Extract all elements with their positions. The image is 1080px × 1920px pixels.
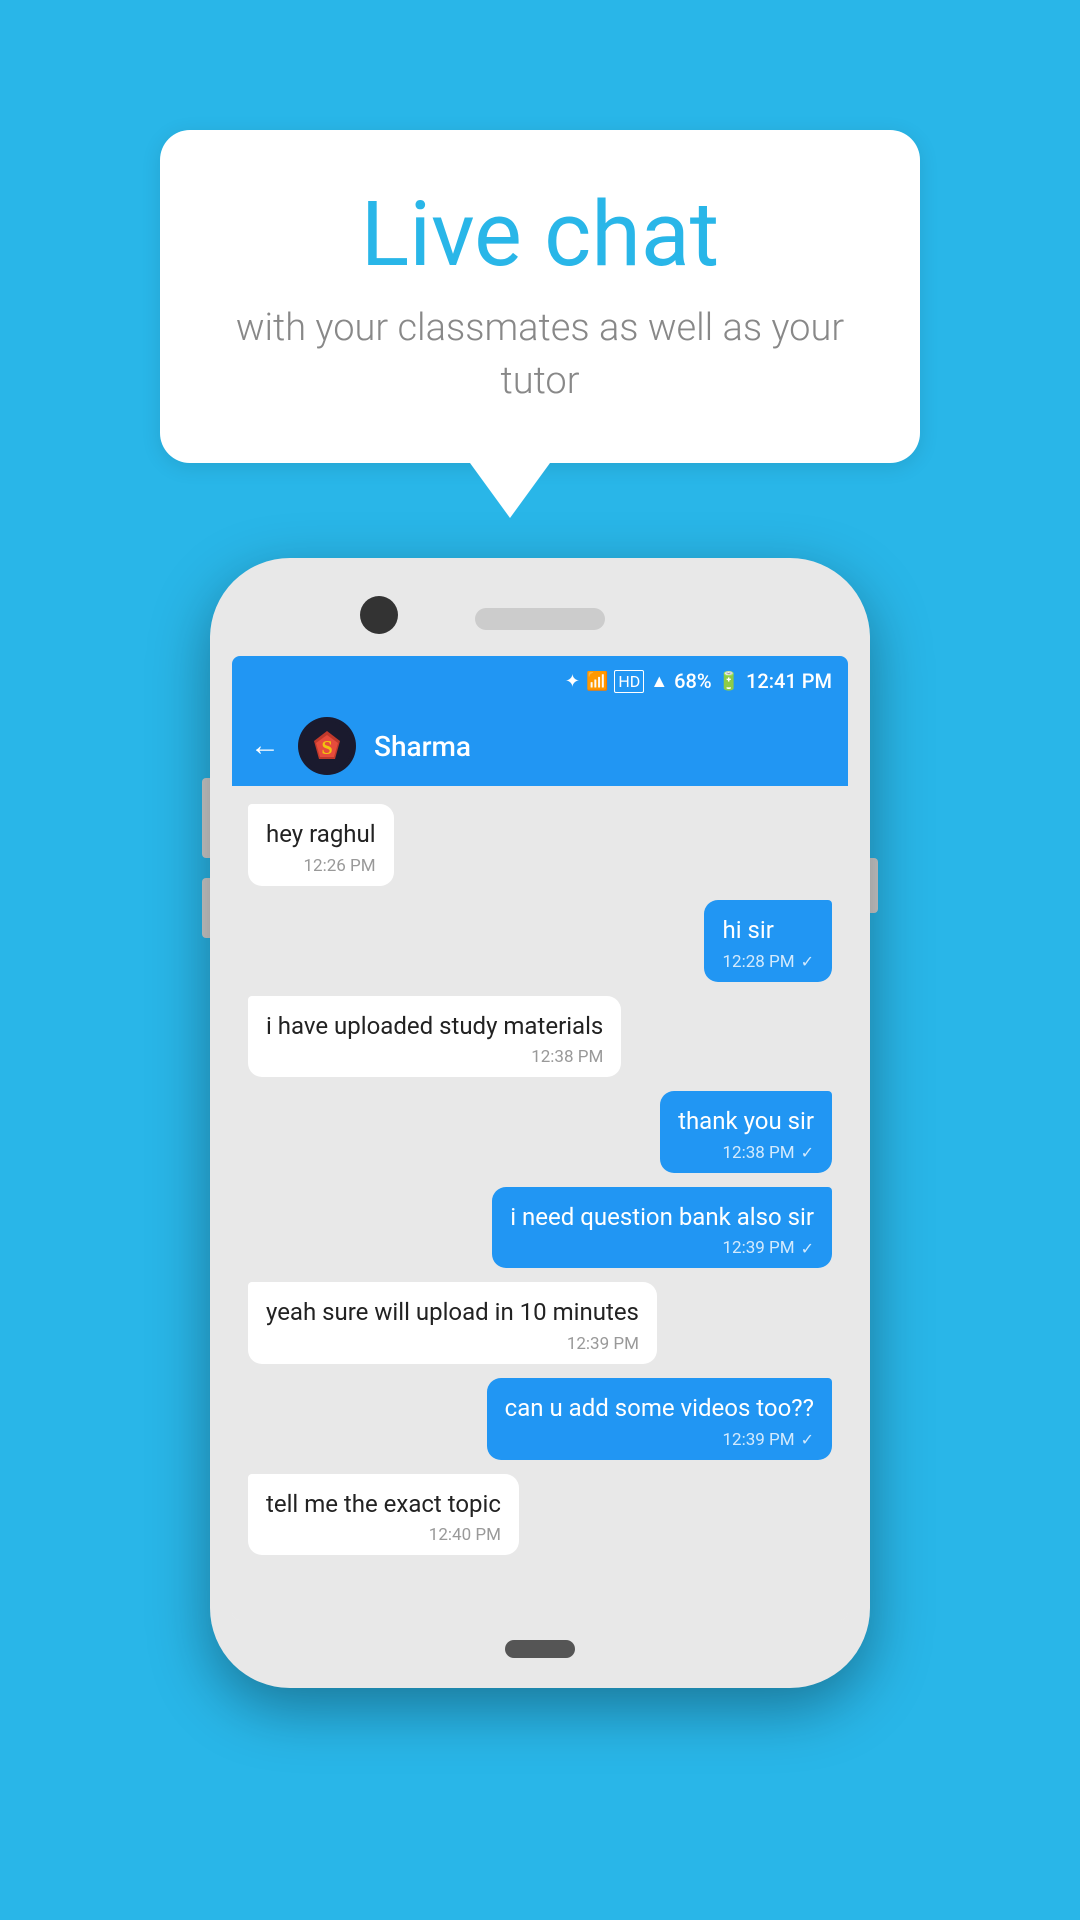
message-time: 12:39 PM <box>722 1430 794 1450</box>
speech-bubble-subtitle: with your classmates as well as your tut… <box>220 302 860 408</box>
speech-bubble-title: Live chat <box>220 185 860 284</box>
message-meta: 12:38 PM <box>266 1047 603 1067</box>
message-text: can u add some videos too?? <box>505 1392 814 1426</box>
chat-header: ← S Sharma <box>232 706 848 786</box>
phone-speaker <box>475 608 605 630</box>
phone-body: ✦ 📶 HD ▲ 68% 🔋 12:41 PM ← <box>210 558 870 1688</box>
message-meta: 12:39 PM ✓ <box>505 1430 814 1450</box>
avatar: S <box>298 717 356 775</box>
home-button[interactable] <box>505 1640 575 1658</box>
status-bar: ✦ 📶 HD ▲ 68% 🔋 12:41 PM <box>232 656 848 706</box>
message-bubble: thank you sir 12:38 PM ✓ <box>660 1091 832 1173</box>
message-bubble: tell me the exact topic 12:40 PM <box>248 1474 519 1556</box>
message-bubble: hey raghul 12:26 PM <box>248 804 394 886</box>
power-button <box>870 858 878 913</box>
message-time: 12:28 PM <box>722 952 794 972</box>
message-time: 12:39 PM <box>722 1238 794 1258</box>
speech-bubble: Live chat with your classmates as well a… <box>160 130 920 463</box>
message-time: 12:38 PM <box>531 1047 603 1067</box>
message-row: tell me the exact topic 12:40 PM <box>248 1474 832 1556</box>
message-row: i have uploaded study materials 12:38 PM <box>248 996 832 1078</box>
message-check-icon: ✓ <box>801 1430 814 1449</box>
message-check-icon: ✓ <box>801 1143 814 1162</box>
message-time: 12:26 PM <box>303 856 375 876</box>
contact-name: Sharma <box>374 730 471 763</box>
volume-up-button <box>202 778 210 858</box>
message-meta: 12:28 PM ✓ <box>722 952 814 972</box>
message-text: i have uploaded study materials <box>266 1010 603 1044</box>
phone-camera <box>360 596 398 634</box>
message-meta: 12:40 PM <box>266 1525 501 1545</box>
phone-mockup: ✦ 📶 HD ▲ 68% 🔋 12:41 PM ← <box>210 558 870 1688</box>
message-check-icon: ✓ <box>801 952 814 971</box>
message-bubble: i have uploaded study materials 12:38 PM <box>248 996 621 1078</box>
message-row: yeah sure will upload in 10 minutes 12:39… <box>248 1282 832 1364</box>
message-meta: 12:38 PM ✓ <box>678 1143 814 1163</box>
message-bubble: can u add some videos too?? 12:39 PM ✓ <box>487 1378 832 1460</box>
message-text: tell me the exact topic <box>266 1488 501 1522</box>
battery-percent: 68% <box>674 669 711 693</box>
svg-text:S: S <box>321 737 332 759</box>
message-text: yeah sure will upload in 10 minutes <box>266 1296 639 1330</box>
message-meta: 12:26 PM <box>266 856 376 876</box>
message-time: 12:38 PM <box>722 1143 794 1163</box>
message-text: thank you sir <box>678 1105 814 1139</box>
wifi-icon: ▲ <box>650 671 668 692</box>
speech-bubble-arrow <box>470 463 550 518</box>
message-bubble: hi sir 12:28 PM ✓ <box>704 900 832 982</box>
message-meta: 12:39 PM <box>266 1334 639 1354</box>
message-row: hey raghul 12:26 PM <box>248 804 832 886</box>
speech-bubble-container: Live chat with your classmates as well a… <box>160 130 920 518</box>
bluetooth-icon: ✦ <box>565 671 580 692</box>
message-row: i need question bank also sir 12:39 PM ✓ <box>248 1187 832 1269</box>
message-time: 12:40 PM <box>429 1525 501 1545</box>
message-time: 12:39 PM <box>567 1334 639 1354</box>
message-text: hey raghul <box>266 818 376 852</box>
hd-icon: HD <box>614 670 644 693</box>
message-check-icon: ✓ <box>801 1239 814 1258</box>
message-text: hi sir <box>722 914 814 948</box>
messages-area[interactable]: hey raghul 12:26 PM hi sir 12:28 PM ✓ i have … <box>232 786 848 1620</box>
back-button[interactable]: ← <box>250 731 280 761</box>
message-text: i need question bank also sir <box>510 1201 814 1235</box>
status-icons: ✦ 📶 HD ▲ 68% 🔋 12:41 PM <box>565 669 832 693</box>
phone-screen: ✦ 📶 HD ▲ 68% 🔋 12:41 PM ← <box>232 656 848 1620</box>
message-meta: 12:39 PM ✓ <box>510 1238 814 1258</box>
message-bubble: i need question bank also sir 12:39 PM ✓ <box>492 1187 832 1269</box>
battery-icon: 🔋 <box>718 671 740 692</box>
message-row: thank you sir 12:38 PM ✓ <box>248 1091 832 1173</box>
signal-icon: 📶 <box>586 671 608 692</box>
volume-down-button <box>202 878 210 938</box>
clock: 12:41 PM <box>746 669 832 693</box>
message-bubble: yeah sure will upload in 10 minutes 12:39… <box>248 1282 657 1364</box>
message-row: hi sir 12:28 PM ✓ <box>248 900 832 982</box>
message-row: can u add some videos too?? 12:39 PM ✓ <box>248 1378 832 1460</box>
